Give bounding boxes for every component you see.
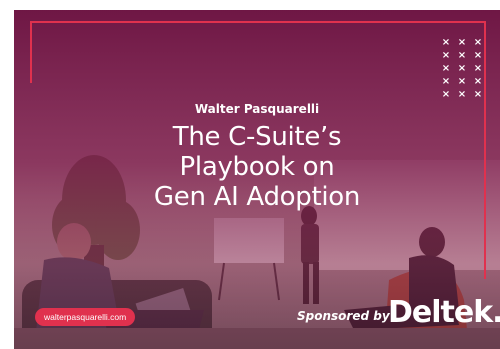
cross-icon: × <box>473 89 483 100</box>
deltek-logo: Deltek. <box>388 295 500 330</box>
title-line: The C-Suite’s <box>172 122 342 152</box>
cross-icon: × <box>473 50 483 61</box>
website-link[interactable]: walterpasquarelli.com <box>35 308 136 326</box>
sponsor-label: Sponsored by <box>297 309 390 323</box>
cross-icon: × <box>441 89 451 100</box>
author-name: Walter Pasquarelli <box>194 102 320 116</box>
cover-title: The C-Suite’s Playbook on Gen AI Adoptio… <box>0 122 500 212</box>
title-line: Playbook on <box>179 152 335 182</box>
cross-icon: × <box>457 50 467 61</box>
dot-pattern: × × × × × × × × × × × × × × × <box>440 37 484 101</box>
cross-icon: × <box>457 89 467 100</box>
frame-line-top <box>30 21 486 23</box>
cross-icon: × <box>457 63 467 74</box>
cross-icon: × <box>441 50 451 61</box>
cross-icon: × <box>441 37 451 48</box>
cross-icon: × <box>473 76 483 87</box>
cross-icon: × <box>473 63 483 74</box>
cross-icon: × <box>441 76 451 87</box>
cross-icon: × <box>457 76 467 87</box>
cross-icon: × <box>457 37 467 48</box>
frame-line-left <box>30 21 32 83</box>
title-line: Gen AI Adoption <box>153 182 361 212</box>
cross-icon: × <box>441 63 451 74</box>
cross-icon: × <box>473 37 483 48</box>
book-cover: × × × × × × × × × × × × × × × Walter Pas… <box>0 0 500 349</box>
